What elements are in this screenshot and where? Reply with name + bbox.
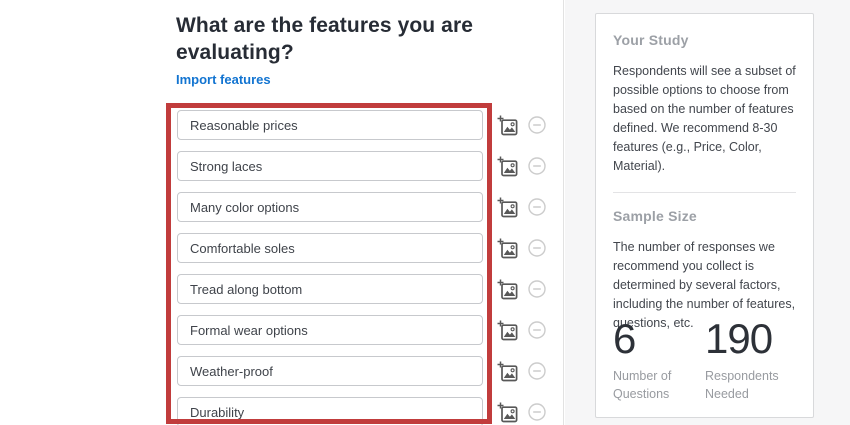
add-image-icon xyxy=(497,320,518,341)
remove-feature-button[interactable] xyxy=(526,237,548,259)
right-region: Your Study Respondents will see a subset… xyxy=(565,0,850,425)
feature-row xyxy=(177,192,548,222)
remove-feature-button[interactable] xyxy=(526,114,548,136)
feature-input-6[interactable] xyxy=(177,315,483,345)
feature-input-8[interactable] xyxy=(177,397,483,425)
add-image-button[interactable] xyxy=(496,278,518,300)
feature-input-1[interactable] xyxy=(177,110,483,140)
add-image-icon xyxy=(497,238,518,259)
main-content: What are the features you are evaluating… xyxy=(0,0,564,425)
stat-respondents-needed: 190 Respondents Needed xyxy=(705,317,797,403)
add-image-icon xyxy=(497,156,518,177)
add-image-icon xyxy=(497,197,518,218)
remove-feature-icon xyxy=(528,198,546,216)
feature-row xyxy=(177,110,548,140)
remove-feature-button[interactable] xyxy=(526,278,548,300)
remove-feature-button[interactable] xyxy=(526,401,548,423)
your-study-text: Respondents will see a subset of possibl… xyxy=(613,62,796,176)
remove-feature-icon xyxy=(528,157,546,175)
stats-row: 6 Number of Questions 190 Respondents Ne… xyxy=(613,317,797,403)
conjoint-setup-screen: Features Display Advanced Translations W… xyxy=(0,0,850,425)
questions-count: 6 xyxy=(613,317,705,361)
panel-divider xyxy=(613,192,796,193)
remove-feature-button[interactable] xyxy=(526,196,548,218)
feature-input-5[interactable] xyxy=(177,274,483,304)
add-image-icon xyxy=(497,402,518,423)
remove-feature-button[interactable] xyxy=(526,155,548,177)
questions-label: Number of Questions xyxy=(613,367,699,403)
add-image-button[interactable] xyxy=(496,196,518,218)
remove-feature-icon xyxy=(528,321,546,339)
remove-feature-icon xyxy=(528,362,546,380)
feature-input-7[interactable] xyxy=(177,356,483,386)
remove-feature-button[interactable] xyxy=(526,319,548,341)
your-study-heading: Your Study xyxy=(613,32,796,48)
feature-row xyxy=(177,151,548,181)
add-image-button[interactable] xyxy=(496,360,518,382)
add-image-button[interactable] xyxy=(496,401,518,423)
add-image-button[interactable] xyxy=(496,114,518,136)
add-image-icon xyxy=(497,115,518,136)
add-image-button[interactable] xyxy=(496,155,518,177)
remove-feature-button[interactable] xyxy=(526,360,548,382)
respondents-count: 190 xyxy=(705,317,797,361)
feature-row xyxy=(177,274,548,304)
respondents-label: Respondents Needed xyxy=(705,367,791,403)
feature-row xyxy=(177,397,548,425)
feature-input-4[interactable] xyxy=(177,233,483,263)
feature-row xyxy=(177,233,548,263)
add-image-icon xyxy=(497,361,518,382)
feature-input-2[interactable] xyxy=(177,151,483,181)
remove-feature-icon xyxy=(528,239,546,257)
info-panel: Your Study Respondents will see a subset… xyxy=(595,13,814,418)
remove-feature-icon xyxy=(528,403,546,421)
add-image-button[interactable] xyxy=(496,237,518,259)
add-image-icon xyxy=(497,279,518,300)
remove-feature-icon xyxy=(528,116,546,134)
page-title: What are the features you are evaluating… xyxy=(176,12,521,66)
import-features-link[interactable]: Import features xyxy=(176,72,271,87)
remove-feature-icon xyxy=(528,280,546,298)
feature-input-3[interactable] xyxy=(177,192,483,222)
add-image-button[interactable] xyxy=(496,319,518,341)
sample-size-heading: Sample Size xyxy=(613,208,796,224)
feature-row xyxy=(177,315,548,345)
stat-number-of-questions: 6 Number of Questions xyxy=(613,317,705,403)
feature-row xyxy=(177,356,548,386)
